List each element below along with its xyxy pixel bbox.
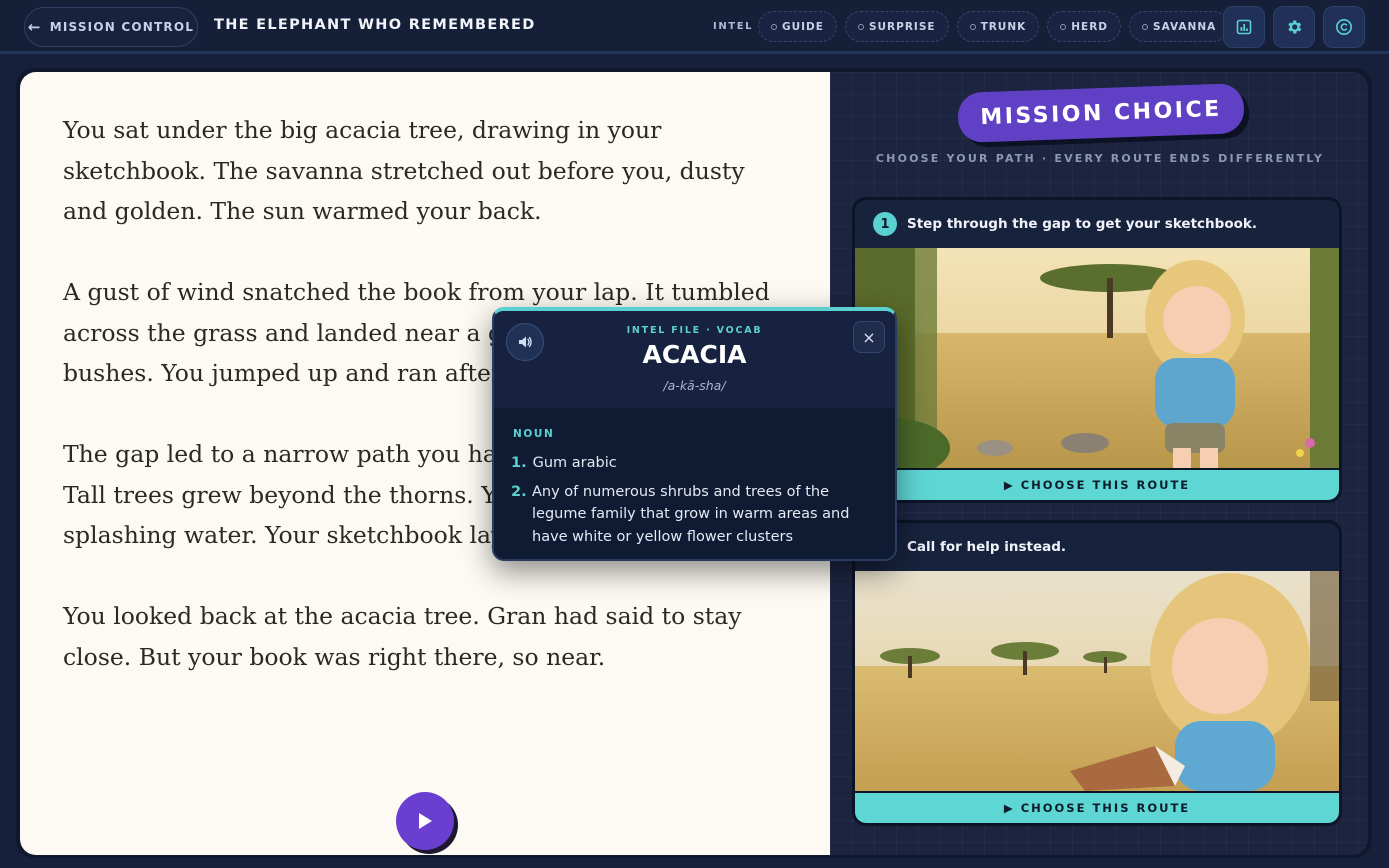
choose-route-button-1[interactable]: ▶ CHOOSE THIS ROUTE — [855, 470, 1339, 500]
route-card-1[interactable]: 1 Step through the gap to get your sketc… — [852, 197, 1342, 503]
vocab-kicker: INTEL FILE · VOCAB — [626, 325, 763, 336]
top-bar: ← MISSION CONTROL THE ELEPHANT WHO REMEM… — [0, 0, 1389, 54]
close-icon: × — [862, 327, 876, 347]
play-icon — [419, 813, 432, 829]
circle-icon — [857, 23, 864, 30]
definition-number: 1. — [511, 455, 527, 471]
intel-chips: GUIDE SURPRISE TRUNK HERD SAVANNA — [758, 11, 1230, 42]
definition-item: 2. Any of numerous shrubs and trees of t… — [511, 481, 856, 549]
route-label: Step through the gap to get your sketchb… — [907, 216, 1257, 232]
close-popup-button[interactable]: × — [853, 321, 885, 353]
mission-choice-badge: MISSION CHOICE — [957, 83, 1245, 143]
vocab-popup: INTEL FILE · VOCAB ACACIA /a-kā-sha/ × N… — [492, 307, 897, 561]
intel-chip-guide[interactable]: GUIDE — [758, 11, 837, 42]
intel-chip-herd[interactable]: HERD — [1047, 11, 1122, 42]
choose-route-label: CHOOSE THIS ROUTE — [1020, 478, 1191, 492]
intel-chip-trunk[interactable]: TRUNK — [956, 11, 1040, 42]
play-triangle-icon: ▶ — [1003, 478, 1015, 492]
play-triangle-icon: ▶ — [1003, 801, 1015, 815]
mission-panel: MISSION CHOICE CHOOSE YOUR PATH · EVERY … — [830, 72, 1368, 855]
settings-button[interactable] — [1273, 6, 1315, 48]
route-number: 1 — [873, 212, 897, 236]
chip-label: TRUNK — [980, 20, 1027, 33]
stats-button[interactable] — [1223, 6, 1265, 48]
savanna-girl-walking-image — [855, 248, 1339, 468]
definition-number: 2. — [511, 483, 527, 500]
chip-label: HERD — [1071, 20, 1109, 33]
stats-icon — [1236, 19, 1252, 35]
mission-control-label: MISSION CONTROL — [49, 20, 195, 34]
copyright-button[interactable] — [1323, 6, 1365, 48]
mission-control-button[interactable]: ← MISSION CONTROL — [24, 7, 198, 47]
story-paragraph: You sat under the big acacia tree, drawi… — [63, 116, 745, 225]
choose-route-button-2[interactable]: ▶ CHOOSE THIS ROUTE — [855, 793, 1339, 823]
route-illustration — [855, 571, 1339, 791]
circle-icon — [1060, 23, 1067, 30]
play-narration-button[interactable] — [396, 792, 454, 850]
definition-item: 1. Gum arabic — [511, 452, 856, 475]
intel-chip-surprise[interactable]: SURPRISE — [844, 11, 949, 42]
circle-icon — [969, 23, 976, 30]
circle-icon — [1142, 23, 1149, 30]
vocab-pronunciation: /a-kā-sha/ — [663, 378, 726, 393]
chip-label: SAVANNA — [1153, 20, 1217, 33]
back-arrow-icon: ← — [27, 18, 42, 36]
copyright-icon — [1335, 18, 1353, 36]
intel-chip-savanna[interactable]: SAVANNA — [1129, 11, 1230, 42]
circle-icon — [771, 23, 777, 30]
chip-label: GUIDE — [782, 20, 824, 33]
intel-label: INTEL — [713, 21, 754, 32]
settings-icon — [1288, 20, 1302, 34]
route-label: Call for help instead. — [907, 539, 1067, 555]
route-illustration — [855, 248, 1339, 468]
route-header: 2 Call for help instead. — [855, 523, 1339, 571]
definition-text: Any of numerous shrubs and trees of the … — [532, 483, 850, 545]
definition-text: Gum arabic — [532, 455, 617, 471]
definition-list: 1. Gum arabic 2. Any of numerous shrubs … — [511, 452, 856, 554]
story-title: THE ELEPHANT WHO REMEMBERED — [214, 17, 536, 33]
mission-subtitle: CHOOSE YOUR PATH · EVERY ROUTE ENDS DIFF… — [875, 152, 1325, 165]
route-card-2[interactable]: 2 Call for help instead. — [852, 520, 1342, 826]
route-header: 1 Step through the gap to get your sketc… — [855, 200, 1339, 248]
chip-label: SURPRISE — [868, 20, 936, 33]
savanna-girl-calling-image — [855, 571, 1339, 791]
vocab-word: ACACIA — [642, 340, 747, 369]
story-paragraph: You looked back at the acacia tree. Gran… — [63, 602, 742, 671]
choose-route-label: CHOOSE THIS ROUTE — [1020, 801, 1191, 815]
part-of-speech: NOUN — [513, 428, 555, 440]
